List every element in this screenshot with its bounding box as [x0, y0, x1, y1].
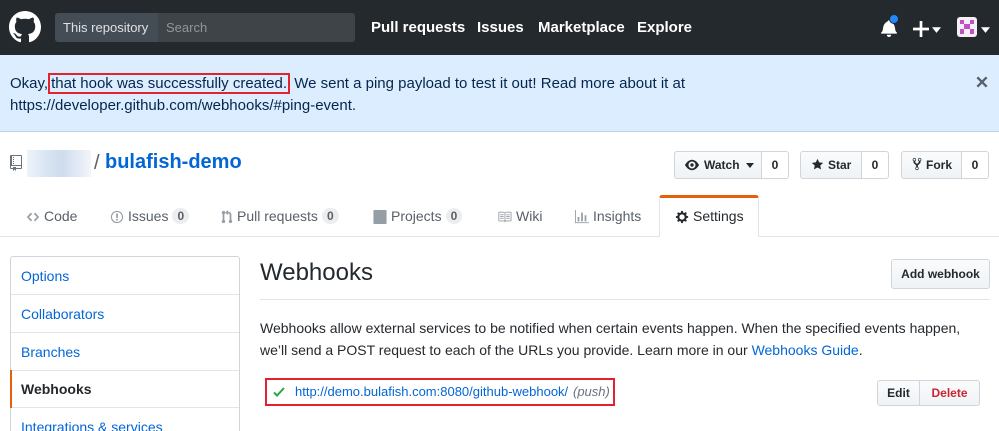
star-count[interactable]: 0 [862, 151, 889, 179]
plus-icon[interactable] [913, 21, 929, 37]
issue-icon [110, 210, 124, 224]
menu-item-options[interactable]: Options [11, 257, 239, 295]
tab-wiki[interactable]: Wiki [497, 196, 542, 236]
tab-issues[interactable]: Issues 0 [110, 196, 190, 236]
delete-button[interactable]: Delete [920, 380, 980, 406]
repo-owner-redacted[interactable] [27, 150, 91, 177]
graph-icon [575, 210, 589, 224]
tab-code-label: Code [44, 208, 78, 224]
tab-projects-count: 0 [445, 208, 463, 224]
menu-selected-indicator [10, 370, 12, 408]
settings-menu: Options Collaborators Branches Webhooks … [10, 256, 240, 431]
tab-settings[interactable]: Settings [675, 196, 744, 236]
add-webhook-button[interactable]: Add webhook [891, 259, 990, 289]
tab-issues-label: Issues [128, 208, 169, 224]
menu-item-integrations[interactable]: Integrations & services [11, 408, 239, 431]
fork-label: Fork [926, 158, 953, 172]
chevron-down-icon[interactable] [932, 27, 941, 33]
eye-icon [685, 159, 699, 171]
tab-issues-count: 0 [172, 208, 190, 224]
star-label: Star [828, 158, 852, 172]
flash-highlight: that hook was successfully created. [48, 73, 291, 94]
github-logo-icon[interactable] [9, 11, 41, 43]
repo-icon [10, 155, 22, 171]
nav-marketplace[interactable]: Marketplace [538, 0, 625, 55]
watch-count[interactable]: 0 [762, 151, 789, 179]
book-icon [498, 211, 512, 223]
pull-request-icon [221, 210, 233, 224]
repo-path-separator: / [94, 152, 100, 174]
project-icon [373, 210, 387, 224]
nav-pull-requests[interactable]: Pull requests [371, 0, 465, 55]
tab-projects-label: Projects [391, 208, 442, 224]
page-title: Webhooks [260, 259, 373, 286]
menu-item-webhooks[interactable]: Webhooks [11, 370, 239, 408]
title-divider [260, 299, 990, 300]
search-input[interactable] [158, 13, 355, 42]
gear-icon [675, 210, 689, 224]
flash-prefix: Okay, [10, 75, 49, 92]
fork-button[interactable]: Fork [901, 151, 962, 179]
tab-code[interactable]: Code [26, 196, 77, 236]
hook-url-link[interactable]: http://demo.bulafish.com:8080/github-web… [295, 384, 568, 399]
notification-dot [889, 14, 899, 24]
description-end: . [858, 342, 863, 358]
nav-issues[interactable]: Issues [477, 0, 524, 55]
flash-notice: Okay, that hook was successfully created.… [0, 55, 999, 132]
tab-pull-requests[interactable]: Pull requests 0 [221, 196, 339, 236]
flash-message: Okay, that hook was successfully created.… [10, 73, 965, 117]
menu-item-collaborators[interactable]: Collaborators [11, 295, 239, 333]
tab-projects[interactable]: Projects 0 [373, 196, 463, 236]
code-icon [26, 212, 40, 222]
watch-label: Watch [704, 158, 740, 172]
star-button[interactable]: Star [800, 151, 862, 179]
tab-pull-requests-count: 0 [321, 208, 339, 224]
tab-insights-label: Insights [593, 208, 642, 224]
tabs-divider [0, 236, 999, 237]
search-scope-label: This repository [55, 13, 158, 42]
watch-button[interactable]: Watch [674, 151, 762, 179]
tab-settings-label: Settings [693, 208, 744, 224]
nav-explore[interactable]: Explore [637, 0, 692, 55]
tab-insights[interactable]: Insights [575, 196, 641, 236]
avatar[interactable] [957, 17, 977, 37]
star-icon [811, 158, 824, 170]
repo-name-link[interactable]: bulafish-demo [105, 151, 242, 174]
edit-button[interactable]: Edit [877, 380, 920, 406]
hook-events: (push) [573, 384, 610, 399]
chevron-down-icon[interactable] [981, 27, 990, 33]
close-icon[interactable] [975, 75, 989, 89]
global-header: This repository Pull requests Issues Mar… [0, 0, 999, 55]
chevron-down-icon [745, 163, 754, 168]
webhooks-description: Webhooks allow external services to be n… [260, 317, 990, 361]
tab-wiki-label: Wiki [516, 208, 543, 224]
fork-count[interactable]: 0 [962, 151, 989, 179]
webhooks-guide-link[interactable]: Webhooks Guide [752, 342, 859, 358]
check-icon [273, 387, 285, 397]
fork-icon [912, 157, 922, 171]
menu-item-branches[interactable]: Branches [11, 333, 239, 371]
tab-pull-requests-label: Pull requests [237, 208, 318, 224]
